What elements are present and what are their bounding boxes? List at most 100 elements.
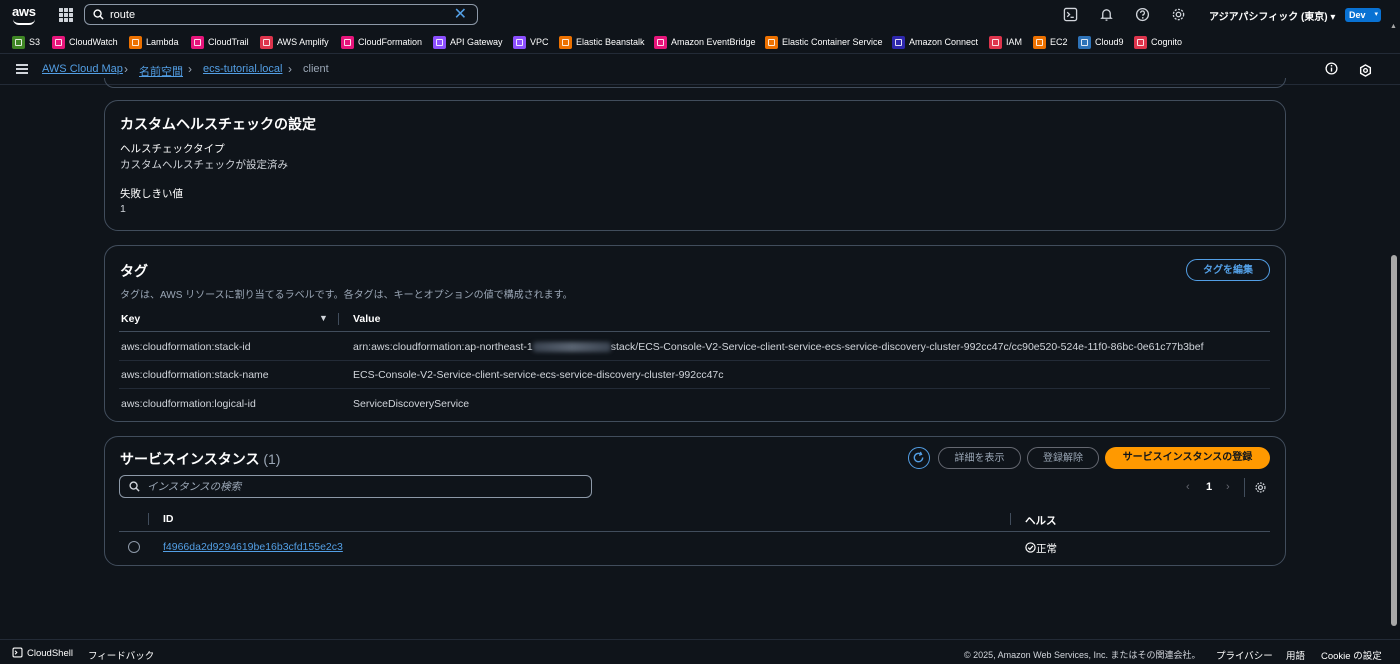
- cloudshell-icon[interactable]: [1063, 7, 1078, 22]
- favorite-cognito[interactable]: Cognito: [1134, 35, 1182, 49]
- favorites-bar: S3 CloudWatch Lambda CloudTrail AWS Amplify C…: [0, 30, 1400, 54]
- preferences-gear-icon[interactable]: [1254, 481, 1267, 494]
- favorite-iam[interactable]: IAM: [989, 35, 1022, 49]
- column-header-health: ヘルス: [1025, 515, 1057, 527]
- deregister-button[interactable]: 登録解除: [1027, 447, 1099, 469]
- aws-logo[interactable]: aws: [12, 4, 36, 26]
- failure-threshold-value: 1: [120, 203, 126, 215]
- favorite-label: CloudFormation: [358, 37, 423, 47]
- favorite-label: Lambda: [146, 37, 179, 47]
- clear-search-icon[interactable]: ✕: [454, 7, 467, 23]
- favorite-cloudformation[interactable]: CloudFormation: [341, 35, 422, 49]
- tag-value-suffix: stack/ECS-Console-V2-Service-client-serv…: [610, 341, 1204, 353]
- failure-threshold-label: 失敗しきい値: [120, 188, 183, 200]
- global-search[interactable]: ✕: [84, 4, 478, 25]
- next-page-icon[interactable]: ›: [1226, 481, 1230, 493]
- edit-tags-button[interactable]: タグを編集: [1186, 259, 1270, 281]
- cloudshell-icon[interactable]: [12, 647, 23, 658]
- service-instances-title-text: サービスインスタンス: [120, 451, 260, 467]
- view-details-button[interactable]: 詳細を表示: [938, 447, 1021, 469]
- elastic-container-service-service-icon: [765, 35, 778, 49]
- breadcrumb-namespaces[interactable]: 名前空間: [139, 63, 183, 79]
- favorite-vpc[interactable]: VPC: [513, 35, 549, 49]
- privacy-link[interactable]: プライバシー: [1216, 648, 1273, 662]
- instance-search[interactable]: [119, 475, 592, 498]
- favorite-amazon-connect[interactable]: Amazon Connect: [892, 35, 978, 49]
- column-header-id: ID: [163, 513, 174, 525]
- instance-search-input[interactable]: [147, 480, 567, 494]
- refresh-button[interactable]: [908, 447, 930, 469]
- page-number[interactable]: 1: [1206, 481, 1212, 493]
- column-header-value: Value: [353, 313, 381, 325]
- health-status-label: 正常: [1036, 543, 1057, 555]
- favorite-label: VPC: [530, 37, 549, 47]
- row-divider: [119, 388, 1270, 389]
- search-input[interactable]: [110, 7, 440, 22]
- help-icon[interactable]: [1135, 7, 1150, 22]
- previous-page-icon[interactable]: ‹: [1186, 481, 1190, 493]
- favorite-api-gateway[interactable]: API Gateway: [433, 35, 503, 49]
- cookie-settings-link[interactable]: Cookie の設定: [1321, 648, 1382, 662]
- cognito-service-icon: [1134, 35, 1147, 49]
- services-grid-icon[interactable]: [59, 8, 73, 22]
- tags-title: タグ: [120, 263, 148, 279]
- chevron-right-icon: ›: [124, 62, 128, 76]
- scrollbar-thumb[interactable]: [1391, 255, 1397, 626]
- favorite-label: Cognito: [1151, 37, 1183, 47]
- instance-id-text[interactable]: f4966da2d9294619be16b3cfd155e2c3: [163, 541, 343, 553]
- s3-service-icon: [12, 35, 25, 49]
- account-badge-label: Dev: [1349, 10, 1366, 20]
- tags-description: タグは、AWS リソースに割り当てるラベルです。各タグは、キーとオプションの値で…: [120, 290, 573, 301]
- instance-id-link[interactable]: f4966da2d9294619be16b3cfd155e2c3: [163, 541, 343, 553]
- favorite-label: CloudWatch: [69, 37, 118, 47]
- cloudwatch-service-icon: [52, 35, 65, 49]
- favorite-elastic-beanstalk[interactable]: Elastic Beanstalk: [559, 35, 645, 49]
- sort-down-icon[interactable]: ▼: [319, 313, 328, 323]
- favorite-label: Elastic Container Service: [782, 37, 883, 47]
- instance-select-radio[interactable]: [128, 541, 140, 553]
- tag-key: aws:cloudformation:logical-id: [121, 398, 256, 410]
- service-instances-count: (1): [263, 451, 281, 467]
- settings-hex-icon[interactable]: [1359, 64, 1372, 77]
- register-instance-button[interactable]: サービスインスタンスの登録: [1105, 447, 1270, 469]
- iam-service-icon: [989, 35, 1002, 49]
- favorite-ec2[interactable]: EC2: [1033, 35, 1068, 49]
- column-divider: [1010, 513, 1011, 525]
- column-header-key[interactable]: Key: [121, 313, 140, 325]
- vpc-service-icon: [513, 35, 526, 49]
- favorite-cloud9[interactable]: Cloud9: [1078, 35, 1124, 49]
- elastic-beanstalk-service-icon: [559, 35, 572, 49]
- tag-value: ECS-Console-V2-Service-client-service-ec…: [353, 369, 724, 381]
- breadcrumb-namespace[interactable]: ecs-tutorial.local: [203, 63, 282, 75]
- page-scrollbar[interactable]: ▲ ▼: [1388, 23, 1400, 646]
- favorite-lambda[interactable]: Lambda: [129, 35, 179, 49]
- account-badge[interactable]: Dev ▾: [1345, 8, 1381, 22]
- favorite-aws-amplify[interactable]: AWS Amplify: [260, 35, 329, 49]
- feedback-link[interactable]: フィードバック: [88, 648, 154, 662]
- chevron-right-icon: ›: [288, 62, 292, 76]
- favorite-label: CloudTrail: [208, 37, 249, 47]
- favorite-amazon-eventbridge[interactable]: Amazon EventBridge: [654, 35, 756, 49]
- favorite-s3[interactable]: S3: [12, 35, 40, 49]
- service-instances-title: サービスインスタンス (1): [120, 449, 280, 469]
- tag-value: arn:aws:cloudformation:ap-northeast-1 sta…: [353, 341, 1204, 353]
- breadcrumb-cloud-map[interactable]: AWS Cloud Map: [42, 63, 123, 75]
- favorite-cloudwatch[interactable]: CloudWatch: [52, 35, 118, 49]
- chevron-down-icon: ▾: [1374, 11, 1378, 18]
- scroll-up-icon[interactable]: ▲: [1390, 23, 1398, 31]
- cloudshell-link[interactable]: CloudShell: [27, 648, 73, 659]
- gear-icon[interactable]: [1171, 7, 1186, 22]
- top-navigation: aws ✕ アジアパシフィック (東京) ▾ Dev ▾: [0, 0, 1400, 30]
- terms-link[interactable]: 用語: [1286, 648, 1305, 662]
- search-icon: [93, 9, 104, 20]
- chevron-right-icon: ›: [188, 62, 192, 76]
- favorite-cloudtrail[interactable]: CloudTrail: [191, 35, 249, 49]
- healthcheck-title: カスタムヘルスチェックの設定: [120, 116, 316, 132]
- menu-icon[interactable]: [16, 64, 28, 74]
- tag-key: aws:cloudformation:stack-id: [121, 341, 251, 353]
- bell-icon[interactable]: [1099, 7, 1114, 22]
- info-icon[interactable]: [1325, 62, 1338, 75]
- favorite-elastic-container-service[interactable]: Elastic Container Service: [765, 35, 883, 49]
- aws-amplify-service-icon: [260, 35, 273, 49]
- region-selector[interactable]: アジアパシフィック (東京) ▾: [1209, 8, 1335, 23]
